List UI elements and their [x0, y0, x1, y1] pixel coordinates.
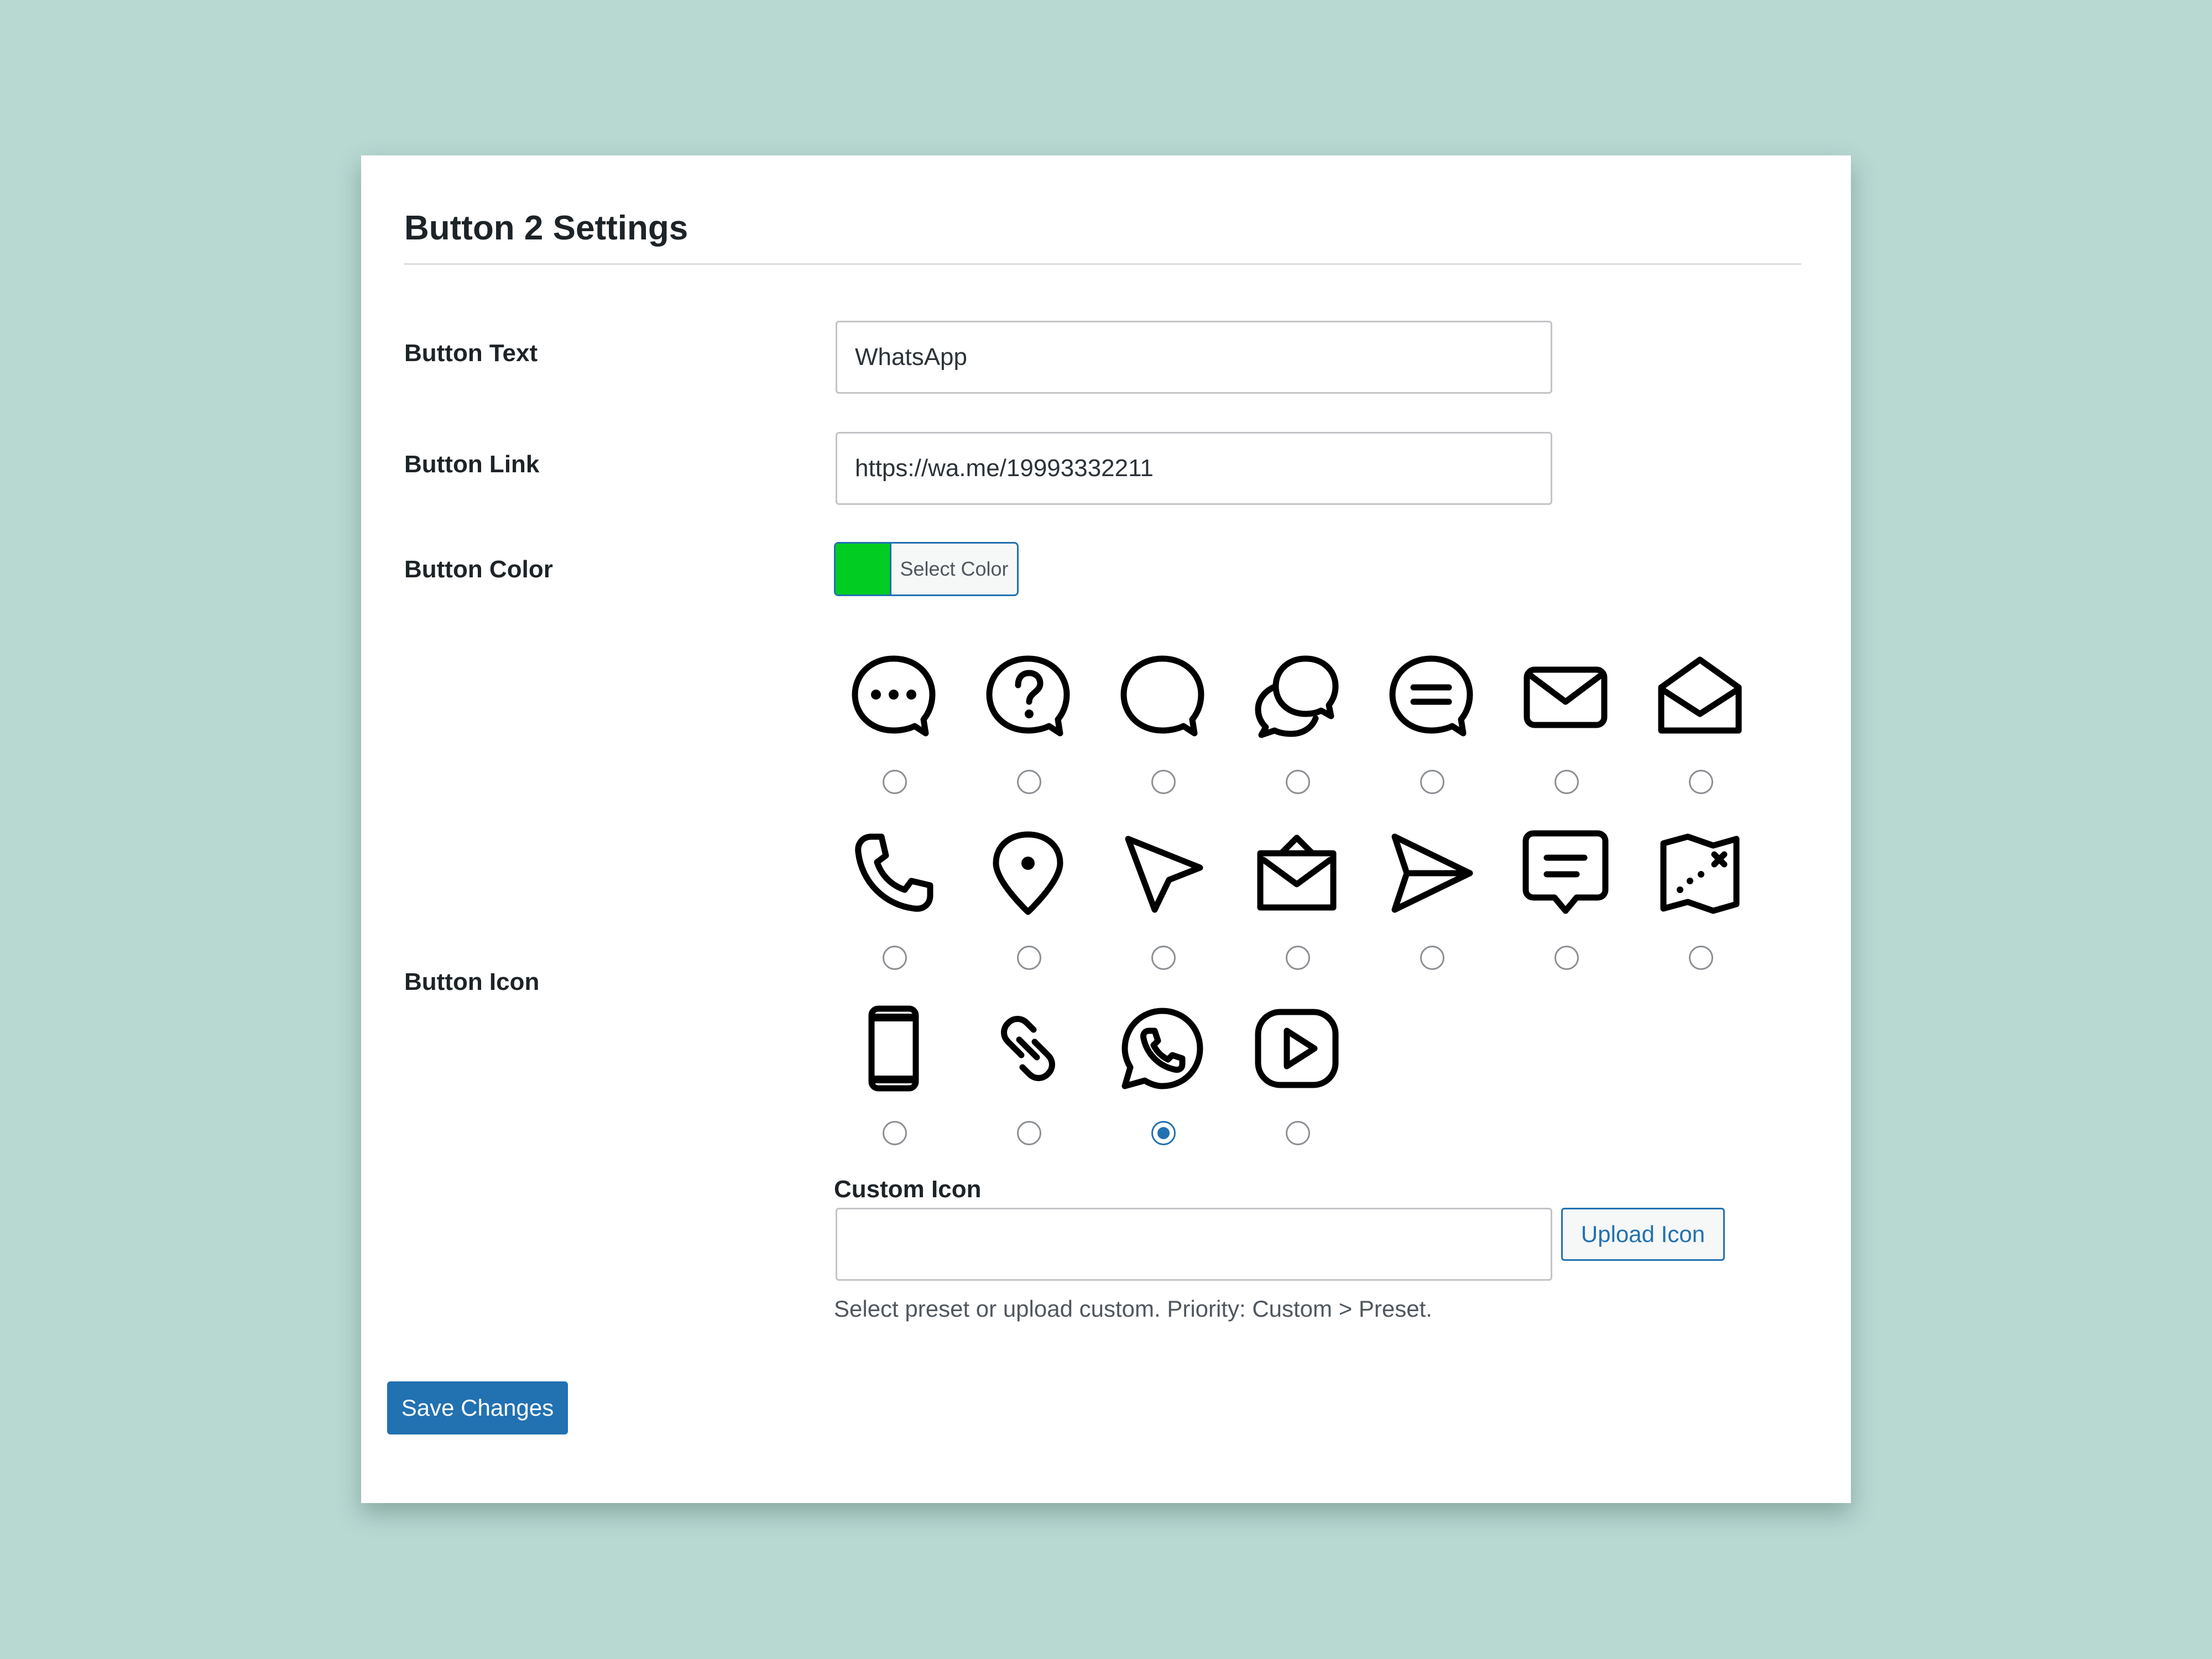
icon-radio[interactable] — [1286, 770, 1310, 794]
icon-option-chat-bubble — [1096, 653, 1207, 794]
mail-icon — [1524, 666, 1608, 728]
mail-shopping-icon — [1257, 834, 1337, 911]
icon-option-location-pin — [962, 829, 1072, 970]
cursor-pointer-icon — [1125, 836, 1203, 913]
button-icon-label: Button Icon — [404, 968, 540, 995]
color-swatch — [836, 544, 891, 594]
icon-option-mail-shopping — [1230, 829, 1341, 970]
icon-radio[interactable] — [1151, 946, 1176, 970]
icon-option-chat-dots — [827, 653, 938, 794]
divider — [404, 263, 1801, 265]
icon-option-link — [962, 1004, 1072, 1145]
icon-option-chat-double — [1230, 653, 1341, 794]
icon-option-treasure-map — [1634, 829, 1744, 970]
icon-radio[interactable] — [1151, 770, 1176, 794]
link-icon — [1001, 1016, 1055, 1081]
icon-option-message-box — [1499, 829, 1610, 970]
icon-option-cursor-pointer — [1096, 829, 1207, 970]
icon-option-play — [1230, 1004, 1341, 1145]
icon-option-mobile-phone — [827, 1004, 938, 1145]
icon-radio[interactable] — [1286, 946, 1310, 970]
mail-open-icon — [1658, 656, 1742, 734]
icon-radio[interactable] — [1689, 946, 1713, 970]
button-text-input[interactable] — [836, 321, 1552, 394]
icon-option-send — [1365, 829, 1475, 970]
save-changes-button[interactable]: Save Changes — [387, 1381, 568, 1434]
button-link-input[interactable] — [836, 432, 1552, 505]
select-color-button[interactable]: Select Color — [834, 542, 1019, 596]
icon-radio[interactable] — [1017, 770, 1041, 794]
chat-bubble-icon — [1120, 655, 1204, 737]
icon-radio[interactable] — [1420, 770, 1444, 794]
icon-radio[interactable] — [1554, 946, 1579, 970]
button-text-label: Button Text — [404, 340, 538, 367]
location-pin-icon — [993, 831, 1063, 915]
icon-radio[interactable] — [1017, 1121, 1041, 1145]
button-color-label: Button Color — [404, 556, 553, 583]
icon-option-phone — [827, 829, 938, 970]
icon-radio-selected[interactable] — [1151, 1121, 1176, 1145]
custom-icon-input[interactable] — [836, 1208, 1552, 1281]
icon-radio[interactable] — [1554, 770, 1579, 794]
icon-option-chat-question — [962, 653, 1072, 794]
play-icon — [1255, 1009, 1339, 1088]
treasure-map-icon — [1660, 833, 1740, 914]
select-color-label: Select Color — [900, 557, 1009, 580]
upload-icon-button[interactable]: Upload Icon — [1561, 1208, 1725, 1261]
icon-option-whatsapp — [1096, 1004, 1207, 1145]
message-box-icon — [1522, 830, 1609, 914]
icon-radio[interactable] — [883, 770, 907, 794]
chat-lines-icon — [1389, 655, 1473, 737]
custom-icon-hint: Select preset or upload custom. Priority… — [834, 1296, 1432, 1322]
icon-radio[interactable] — [883, 946, 907, 970]
page-title: Button 2 Settings — [404, 209, 688, 247]
icon-option-chat-lines — [1365, 653, 1475, 794]
icon-radio[interactable] — [1420, 946, 1444, 970]
settings-panel: Button 2 Settings Button Text Button Lin… — [361, 155, 1851, 1503]
whatsapp-icon — [1121, 1008, 1203, 1089]
icon-radio[interactable] — [1017, 946, 1041, 970]
chat-dots-icon — [852, 655, 936, 737]
custom-icon-label: Custom Icon — [834, 1176, 982, 1203]
chat-double-icon — [1255, 655, 1339, 738]
icon-radio[interactable] — [883, 1121, 907, 1145]
button-link-label: Button Link — [404, 451, 540, 478]
chat-question-icon — [986, 655, 1070, 737]
icon-radio[interactable] — [1286, 1121, 1310, 1145]
phone-icon — [855, 833, 933, 912]
mobile-phone-icon — [868, 1005, 919, 1092]
icon-option-mail-open — [1634, 653, 1744, 794]
send-icon — [1391, 833, 1473, 913]
icon-radio[interactable] — [1689, 770, 1713, 794]
icon-option-mail — [1499, 653, 1610, 794]
